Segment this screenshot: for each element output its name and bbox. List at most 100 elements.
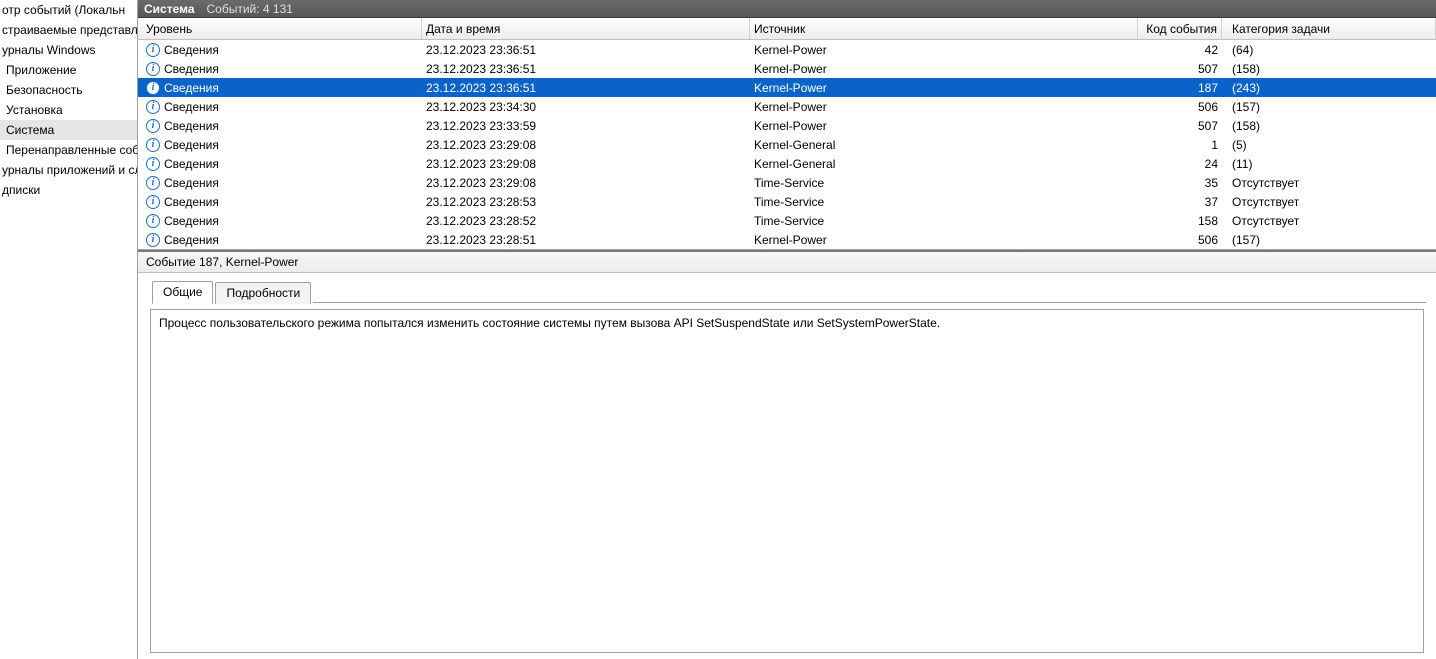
tree-item[interactable]: страиваемые представле: [0, 20, 137, 40]
table-row[interactable]: i Сведения 23.12.2023 23:36:51Kernel-Power…: [138, 78, 1436, 97]
cell-date: 23.12.2023 23:28:53: [422, 195, 750, 209]
event-detail-title: Событие 187, Kernel-Power: [138, 252, 1436, 273]
main-pane: Система Событий: 4 131 Уровень Дата и вр…: [138, 0, 1436, 659]
cell-source: Kernel-Power: [750, 81, 1138, 95]
cell-level-text: Сведения: [164, 62, 219, 76]
cell-source: Kernel-Power: [750, 43, 1138, 57]
cell-event-id: 1: [1138, 138, 1222, 152]
cell-level: i Сведения: [142, 119, 422, 133]
cell-level: i Сведения: [142, 138, 422, 152]
cell-level-text: Сведения: [164, 233, 219, 247]
detail-tab-strip: Общие Подробности: [138, 273, 1436, 303]
cell-level: iСведения: [142, 195, 422, 209]
column-header-source[interactable]: Источник: [750, 18, 1138, 39]
cell-date: 23.12.2023 23:34:30: [422, 100, 750, 114]
table-row[interactable]: iСведения23.12.2023 23:33:59Kernel-Power…: [138, 116, 1436, 135]
tree-item[interactable]: Установка: [0, 100, 137, 120]
cell-event-id: 507: [1138, 62, 1222, 76]
table-row[interactable]: i Сведения 23.12.2023 23:29:08Kernel-Gener…: [138, 135, 1436, 154]
cell-level: iСведения: [142, 157, 422, 171]
cell-event-id: 158: [1138, 214, 1222, 228]
cell-source: Kernel-Power: [750, 100, 1138, 114]
tab-general[interactable]: Общие: [152, 281, 213, 304]
event-grid-body[interactable]: iСведения23.12.2023 23:36:51Kernel-Power…: [138, 40, 1436, 249]
column-header-event-id[interactable]: Код события: [1138, 18, 1222, 39]
cell-level: i Сведения: [142, 214, 422, 228]
cell-level: iСведения: [142, 176, 422, 190]
cell-source: Kernel-Power: [750, 62, 1138, 76]
tab-details[interactable]: Подробности: [215, 282, 311, 304]
table-row[interactable]: iСведения23.12.2023 23:36:51Kernel-Power…: [138, 59, 1436, 78]
cell-level-text: Сведения: [164, 214, 219, 228]
navigation-tree[interactable]: отр событий (Локальнстраиваемые представ…: [0, 0, 138, 659]
cell-date: 23.12.2023 23:28:52: [422, 214, 750, 228]
cell-category: (158): [1222, 62, 1436, 76]
table-row[interactable]: iСведения23.12.2023 23:29:08Time-Service…: [138, 173, 1436, 192]
cell-category: Отсутствует: [1222, 195, 1436, 209]
column-header-category[interactable]: Категория задачи: [1222, 18, 1436, 39]
cell-category: (158): [1222, 119, 1436, 133]
tree-item[interactable]: Перенаправленные соб: [0, 140, 137, 160]
cell-event-id: 506: [1138, 100, 1222, 114]
cell-date: 23.12.2023 23:29:08: [422, 176, 750, 190]
tree-item[interactable]: Приложение: [0, 60, 137, 80]
cell-event-id: 35: [1138, 176, 1222, 190]
cell-source: Kernel-Power: [750, 233, 1138, 247]
cell-date: 23.12.2023 23:36:51: [422, 81, 750, 95]
cell-date: 23.12.2023 23:29:08: [422, 138, 750, 152]
detail-body-wrap: Процесс пользовательского режима попытал…: [138, 303, 1436, 659]
cell-date: 23.12.2023 23:36:51: [422, 43, 750, 57]
cell-date: 23.12.2023 23:33:59: [422, 119, 750, 133]
info-icon: i: [146, 81, 160, 95]
table-row[interactable]: iСведения23.12.2023 23:28:53Time-Service…: [138, 192, 1436, 211]
cell-level-text: Сведения: [164, 195, 219, 209]
cell-category: (243): [1222, 81, 1436, 95]
cell-event-id: 42: [1138, 43, 1222, 57]
cell-level-text: Сведения: [164, 100, 219, 114]
column-header-date[interactable]: Дата и время: [422, 18, 750, 39]
table-row[interactable]: iСведения23.12.2023 23:28:52Time-Service…: [138, 211, 1436, 230]
info-icon: i: [146, 214, 160, 228]
log-event-count: Событий: 4 131: [207, 2, 293, 16]
cell-level: iСведения: [142, 62, 422, 76]
table-row[interactable]: iСведения23.12.2023 23:29:08Kernel-Gener…: [138, 154, 1436, 173]
cell-level: iСведения: [142, 100, 422, 114]
cell-source: Kernel-General: [750, 138, 1138, 152]
cell-source: Time-Service: [750, 176, 1138, 190]
cell-date: 23.12.2023 23:28:51: [422, 233, 750, 247]
cell-category: Отсутствует: [1222, 176, 1436, 190]
tree-item[interactable]: урналы приложений и сл: [0, 160, 137, 180]
cell-level-text: Сведения: [164, 119, 219, 133]
log-title: Система: [144, 2, 195, 16]
cell-level-text: Сведения: [164, 138, 219, 152]
info-icon: i: [146, 233, 160, 247]
table-row[interactable]: i Сведения 23.12.2023 23:36:51Kernel-Power…: [138, 40, 1436, 59]
cell-date: 23.12.2023 23:36:51: [422, 62, 750, 76]
tree-item[interactable]: дписки: [0, 180, 137, 200]
event-grid-header[interactable]: Уровень Дата и время Источник Код событи…: [138, 18, 1436, 40]
tree-item[interactable]: урналы Windows: [0, 40, 137, 60]
cell-category: (5): [1222, 138, 1436, 152]
cell-category: (64): [1222, 43, 1436, 57]
app-root: отр событий (Локальнстраиваемые представ…: [0, 0, 1436, 659]
tree-item[interactable]: Система: [0, 120, 137, 140]
cell-category: (157): [1222, 100, 1436, 114]
cell-event-id: 37: [1138, 195, 1222, 209]
cell-level-text: Сведения: [164, 81, 219, 95]
table-row[interactable]: iСведения23.12.2023 23:34:30Kernel-Power…: [138, 97, 1436, 116]
cell-date: 23.12.2023 23:29:08: [422, 157, 750, 171]
info-icon: i: [146, 138, 160, 152]
cell-event-id: 187: [1138, 81, 1222, 95]
tree-item[interactable]: Безопасность: [0, 80, 137, 100]
tree-item[interactable]: отр событий (Локальн: [0, 0, 137, 20]
event-detail-pane: Событие 187, Kernel-Power Общие Подробно…: [138, 250, 1436, 659]
info-icon: i: [146, 119, 160, 133]
info-icon: i: [146, 43, 160, 57]
cell-event-id: 506: [1138, 233, 1222, 247]
table-row[interactable]: i Сведения 23.12.2023 23:28:51Kernel-Power…: [138, 230, 1436, 249]
column-header-level[interactable]: Уровень: [142, 18, 422, 39]
cell-source: Time-Service: [750, 195, 1138, 209]
cell-level: i Сведения: [142, 43, 422, 57]
log-title-bar: Система Событий: 4 131: [138, 0, 1436, 18]
cell-level-text: Сведения: [164, 43, 219, 57]
